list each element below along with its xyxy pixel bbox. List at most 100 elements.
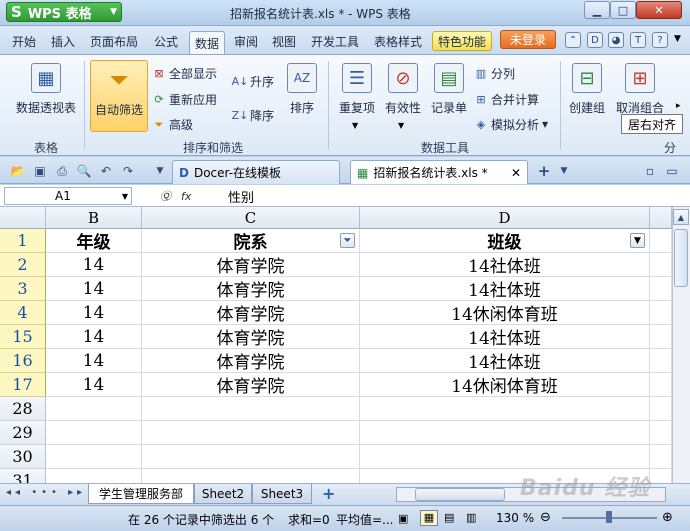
cell-c31[interactable] bbox=[142, 469, 360, 483]
cell-b28[interactable] bbox=[46, 397, 142, 421]
tab-page-layout[interactable]: 页面布局 bbox=[90, 31, 138, 51]
duplicates-button[interactable]: ☰ 重复项 bbox=[336, 63, 378, 116]
cell-d4[interactable]: 14休闲体育班 bbox=[360, 301, 650, 325]
new-tab-dropdown-icon[interactable]: ▼ bbox=[556, 163, 572, 179]
sort-button[interactable]: AZ 排序 bbox=[284, 63, 320, 116]
cell-e2[interactable] bbox=[650, 253, 672, 277]
row-header-4[interactable]: 4 bbox=[0, 301, 46, 325]
maximize-button[interactable]: □ bbox=[610, 1, 636, 19]
page-layout-view-icon[interactable]: ▤ bbox=[444, 511, 454, 524]
open-folder-icon[interactable]: 📂 bbox=[10, 163, 26, 179]
sheet-tab-2[interactable]: Sheet2 bbox=[194, 484, 252, 504]
cell-e28[interactable] bbox=[650, 397, 672, 421]
cell-c16[interactable]: 体育学院 bbox=[142, 349, 360, 373]
cell-d15[interactable]: 14社体班 bbox=[360, 325, 650, 349]
row-header-3[interactable]: 3 bbox=[0, 277, 46, 301]
row-header-2[interactable]: 2 bbox=[0, 253, 46, 277]
cell-e17[interactable] bbox=[650, 373, 672, 397]
column-header-c[interactable]: C bbox=[142, 207, 360, 229]
sheet-tab-3[interactable]: Sheet3 bbox=[252, 484, 312, 504]
filter-dropdown-icon[interactable]: ▼ bbox=[630, 233, 645, 248]
redo-icon[interactable]: ↷ bbox=[120, 163, 136, 179]
ribbon-scroll-right-icon[interactable]: ▸ bbox=[676, 101, 681, 111]
skin-icon[interactable]: ◕ bbox=[608, 32, 624, 48]
validation-button[interactable]: ⊘ 有效性 bbox=[382, 63, 424, 116]
formula-input[interactable]: 性别 bbox=[228, 187, 254, 206]
vertical-scrollbar[interactable]: ▲ bbox=[672, 207, 690, 483]
cell-c15[interactable]: 体育学院 bbox=[142, 325, 360, 349]
row-header-30[interactable]: 30 bbox=[0, 445, 46, 469]
column-header-d[interactable]: D bbox=[360, 207, 650, 229]
column-header-b[interactable]: B bbox=[46, 207, 142, 229]
validation-dropdown-icon[interactable]: ▼ bbox=[398, 121, 404, 130]
text-to-columns-button[interactable]: ▥ 分列 bbox=[474, 65, 515, 82]
row-header-16[interactable]: 16 bbox=[0, 349, 46, 373]
tab-view[interactable]: 视图 bbox=[272, 31, 296, 51]
consolidate-button[interactable]: ⊞ 合并计算 bbox=[474, 91, 539, 108]
cell-b16[interactable]: 14 bbox=[46, 349, 142, 373]
close-button[interactable]: ✕ bbox=[636, 1, 682, 19]
cell-b15[interactable]: 14 bbox=[46, 325, 142, 349]
advanced-filter-button[interactable]: ⏷ 高级 bbox=[152, 116, 193, 133]
print-preview-icon[interactable]: 🔍 bbox=[76, 163, 92, 179]
tab-special-features[interactable]: 特色功能 bbox=[432, 31, 493, 51]
sheet-nav-buttons[interactable]: ◂◂ ••• ▸▸ bbox=[6, 487, 86, 498]
zoom-out-icon[interactable]: ⊖ bbox=[540, 510, 551, 525]
cell-b30[interactable] bbox=[46, 445, 142, 469]
scroll-up-button[interactable]: ▲ bbox=[673, 209, 689, 225]
row-header-28[interactable]: 28 bbox=[0, 397, 46, 421]
row-header-29[interactable]: 29 bbox=[0, 421, 46, 445]
cell-c30[interactable] bbox=[142, 445, 360, 469]
zoom-level[interactable]: 130 % bbox=[496, 511, 534, 525]
duplicates-dropdown-icon[interactable]: ▼ bbox=[352, 121, 358, 130]
cell-c1[interactable]: 院系 ⏷ bbox=[142, 229, 360, 253]
tab-table-style[interactable]: 表格样式 bbox=[374, 31, 422, 51]
row-header-15[interactable]: 15 bbox=[0, 325, 46, 349]
sheet-tab-1[interactable]: 学生管理服务部 bbox=[88, 484, 194, 504]
cell-c3[interactable]: 体育学院 bbox=[142, 277, 360, 301]
page-break-view-icon[interactable]: ▥ bbox=[466, 511, 476, 524]
name-box-dropdown-icon[interactable]: ▼ bbox=[122, 192, 128, 201]
print-icon[interactable]: ⎙ bbox=[54, 163, 70, 179]
doc-tab-spreadsheet[interactable]: ▦ 招新报名统计表.xls * ✕ bbox=[350, 160, 528, 184]
cell-b17[interactable]: 14 bbox=[46, 373, 142, 397]
name-box[interactable]: A1 ▼ bbox=[4, 187, 132, 205]
cell-e15[interactable] bbox=[650, 325, 672, 349]
cell-e30[interactable] bbox=[650, 445, 672, 469]
ungroup-button[interactable]: ⊞ 取消组合 bbox=[614, 63, 666, 116]
shirt-icon[interactable]: T bbox=[630, 32, 646, 48]
tab-insert[interactable]: 插入 bbox=[51, 31, 75, 51]
row-header-17[interactable]: 17 bbox=[0, 373, 46, 397]
zoom-slider-thumb[interactable] bbox=[606, 511, 612, 523]
help-dropdown-icon[interactable]: ▼ bbox=[674, 34, 681, 44]
cell-c29[interactable] bbox=[142, 421, 360, 445]
tab-formula[interactable]: 公式 bbox=[154, 31, 178, 51]
cell-c28[interactable] bbox=[142, 397, 360, 421]
collapse-ribbon-icon[interactable]: ⌃ bbox=[565, 32, 581, 48]
cell-b1[interactable]: 年级 bbox=[46, 229, 142, 253]
cell-d3[interactable]: 14社体班 bbox=[360, 277, 650, 301]
cell-c17[interactable]: 体育学院 bbox=[142, 373, 360, 397]
what-if-analysis-button[interactable]: ◈ 模拟分析 ▼ bbox=[474, 116, 548, 133]
wps-app-menu-button[interactable]: S WPS 表格 ▼ bbox=[6, 2, 122, 22]
cell-e31[interactable] bbox=[650, 469, 672, 483]
quick-access-dropdown-icon[interactable]: ▼ bbox=[152, 163, 168, 179]
cloud-icon[interactable]: D bbox=[587, 32, 603, 48]
doc-tab-docer[interactable]: D Docer-在线模板 bbox=[172, 160, 340, 184]
tab-list-icon[interactable]: ▫ bbox=[642, 163, 658, 179]
tab-data[interactable]: 数据 bbox=[189, 31, 226, 54]
undo-icon[interactable]: ↶ bbox=[98, 163, 114, 179]
tab-developer[interactable]: 开发工具 bbox=[311, 31, 359, 51]
cell-d2[interactable]: 14社体班 bbox=[360, 253, 650, 277]
row-header-31[interactable]: 31 bbox=[0, 469, 46, 483]
record-form-button[interactable]: ▤ 记录单 bbox=[428, 63, 470, 116]
tab-close-all-icon[interactable]: ▭ bbox=[664, 163, 680, 179]
cell-d28[interactable] bbox=[360, 397, 650, 421]
sort-ascending-button[interactable]: A↓ 升序 bbox=[232, 73, 274, 90]
cell-b4[interactable]: 14 bbox=[46, 301, 142, 325]
row-header-1[interactable]: 1 bbox=[0, 229, 46, 253]
cell-e4[interactable] bbox=[650, 301, 672, 325]
save-status-icon[interactable]: ▣ bbox=[398, 512, 408, 525]
cell-d1[interactable]: 班级 ▼ bbox=[360, 229, 650, 253]
zoom-in-icon[interactable]: ⊕ bbox=[662, 510, 673, 525]
